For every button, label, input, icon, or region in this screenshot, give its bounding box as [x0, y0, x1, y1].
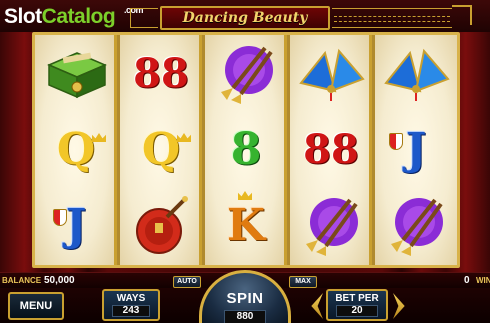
- shield-icon: [389, 133, 403, 150]
- reel-frame: Q J 88 Q 8 K 88 J: [32, 32, 460, 268]
- crown-icon: [238, 191, 252, 200]
- symbol-8: 8: [230, 123, 262, 175]
- game-title-banner: Dancing Beauty: [160, 6, 330, 30]
- reel-1-row-3-cell: J: [35, 187, 117, 263]
- ways-panel: WAYS 243: [102, 289, 160, 321]
- reel-5: J: [375, 35, 457, 265]
- reel-1-row-1-cell: [35, 35, 117, 111]
- reel-1-row-2-cell: Q: [35, 111, 117, 187]
- horns-icon: [391, 198, 443, 256]
- menu-button[interactable]: MENU: [8, 292, 64, 320]
- shield-icon: [53, 209, 67, 226]
- reel-4-row-2-cell: 88: [290, 111, 372, 187]
- game-title: Dancing Beauty: [182, 10, 308, 26]
- horns-icon: [306, 198, 358, 256]
- fans-icon: [299, 48, 365, 101]
- bet-per-value: 20: [336, 305, 378, 317]
- horns-icon: [221, 46, 273, 104]
- symbol-k: K: [226, 199, 266, 251]
- reel-2-row-2-cell: Q: [120, 111, 202, 187]
- reel-1: Q J: [35, 35, 117, 265]
- balance-label: BALANCE: [2, 276, 42, 285]
- reel-5-row-1-cell: [375, 35, 457, 111]
- symbol-q: Q: [56, 123, 96, 175]
- reel-3-row-1-cell: [205, 35, 287, 111]
- title-decoration-right: [332, 8, 452, 28]
- reel-3: 8 K: [205, 35, 287, 265]
- logo-catalog-text: Catalog: [41, 5, 116, 28]
- win-label: WIN: [476, 276, 490, 285]
- reel-3-row-3-cell: K: [205, 187, 287, 263]
- auto-button[interactable]: AUTO: [173, 276, 201, 288]
- symbol-88: 88: [133, 49, 189, 97]
- pipa-icon: [136, 196, 188, 254]
- reel-3-row-2-cell: 8: [205, 111, 287, 187]
- logo-slot-text: Slot: [4, 5, 42, 28]
- win-value: 0: [464, 275, 470, 286]
- reel-2-row-1-cell: 88: [120, 35, 202, 111]
- ways-label: WAYS: [116, 293, 146, 304]
- game-stage: SlotCatalog .com Dancing Beauty Q J 88 Q…: [0, 0, 490, 323]
- reel-4-row-1-cell: [290, 35, 372, 111]
- green-box-icon: [47, 52, 107, 99]
- symbol-j: J: [65, 199, 87, 251]
- reel-5-row-3-cell: [375, 187, 457, 263]
- title-decoration-left: [130, 8, 158, 28]
- fans-icon: [384, 48, 450, 101]
- symbol-j: J: [405, 123, 427, 175]
- reel-2: 88 Q: [120, 35, 202, 265]
- total-bet-value: 880: [224, 310, 266, 323]
- spin-label: SPIN: [226, 290, 264, 307]
- max-button[interactable]: MAX: [289, 276, 317, 288]
- reel-4-row-3-cell: [290, 187, 372, 263]
- corner-decoration: [452, 5, 472, 25]
- bet-per-panel: BET PER 20: [326, 289, 388, 321]
- ways-value: 243: [112, 305, 150, 317]
- slotcatalog-logo: SlotCatalog .com: [4, 4, 144, 30]
- balance-value: 50,000: [44, 275, 75, 286]
- reel-2-row-3-cell: [120, 187, 202, 263]
- bet-per-label: BET PER: [335, 293, 379, 304]
- reel-5-row-2-cell: J: [375, 111, 457, 187]
- symbol-88: 88: [303, 125, 359, 173]
- symbol-q: Q: [141, 123, 181, 175]
- reel-4: 88: [290, 35, 372, 265]
